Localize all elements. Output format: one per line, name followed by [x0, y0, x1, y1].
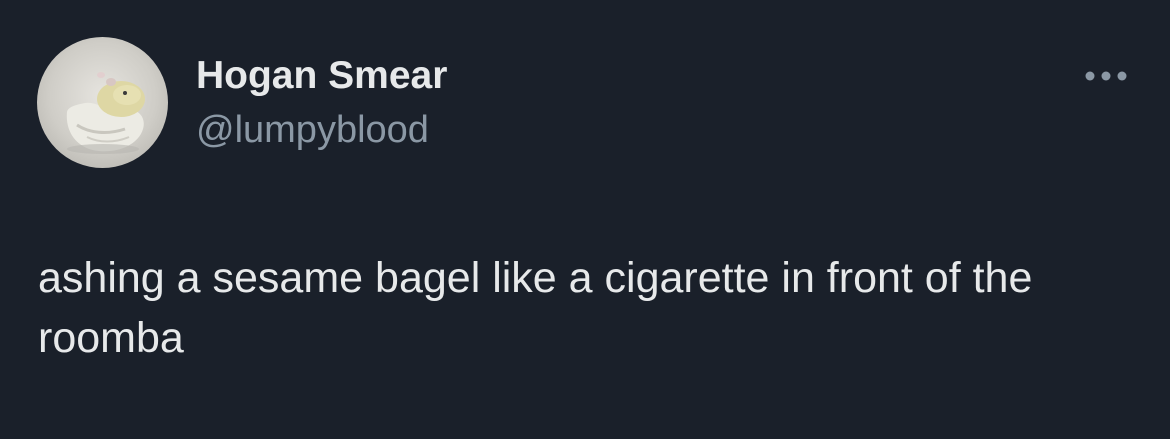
- author-handle[interactable]: @lumpyblood: [196, 107, 429, 153]
- tweet-text: ashing a sesame bagel like a cigarette i…: [38, 254, 1033, 362]
- author-avatar[interactable]: [37, 37, 168, 168]
- plush-toy-avatar-icon: [66, 72, 145, 154]
- author-display-name[interactable]: Hogan Smear: [196, 52, 447, 100]
- tweet-card: Hogan Smear @lumpyblood ashing a sesame …: [0, 0, 1170, 439]
- more-horizontal-icon: [1085, 71, 1127, 81]
- more-options-button[interactable]: [1076, 58, 1136, 94]
